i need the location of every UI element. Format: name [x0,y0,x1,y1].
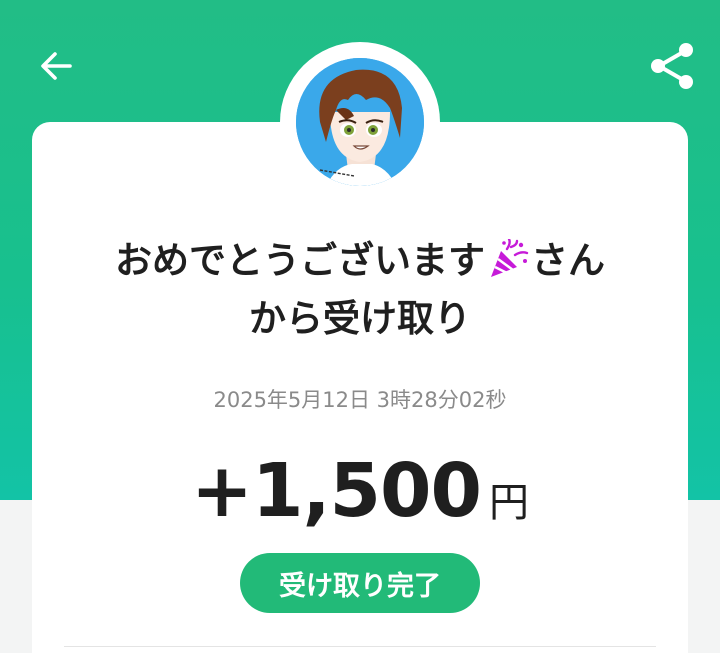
title-line1-suffix: さん [531,239,605,282]
share-button[interactable] [640,36,704,96]
title-line2: から受け取り [249,297,471,340]
transfer-title: おめでとうございます さん から受け取り [40,232,680,348]
avatar[interactable] [296,58,424,186]
arrow-left-icon [41,52,72,80]
avatar-frame [280,42,440,202]
party-popper-icon [491,239,529,277]
currency-label: 円 [489,480,530,526]
amount-display: +1,500 円 [0,448,720,534]
share-icon [651,43,693,89]
timestamp: 2025年5月12日 3時28分02秒 [213,388,507,412]
divider [64,646,656,647]
status-badge: 受け取り完了 [240,553,480,613]
receipt-screen: おめでとうございます さん から受け取り 2025年5月12日 3時28分02秒… [0,0,720,653]
amount-value: +1,500 [190,448,482,534]
title-line1-prefix: おめでとうございます [115,239,485,282]
avatar-illustration [296,58,424,186]
back-button[interactable] [28,38,84,94]
